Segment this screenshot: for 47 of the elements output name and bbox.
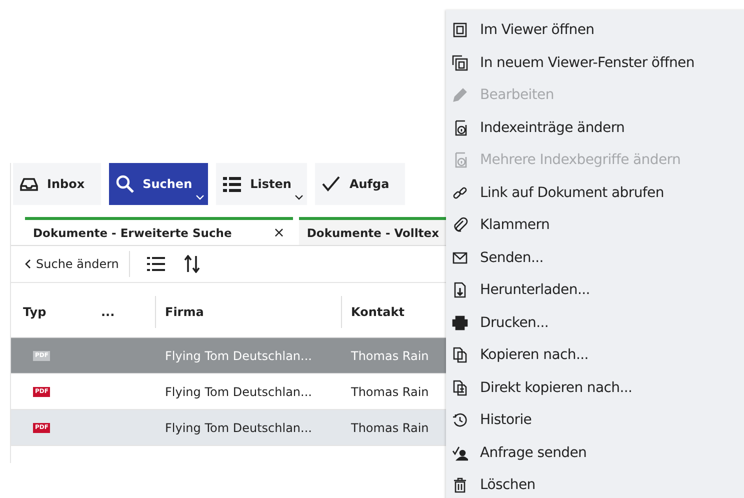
history-icon <box>452 412 468 428</box>
menu-item[interactable]: Klammern <box>446 209 744 242</box>
envelope-icon <box>452 250 468 266</box>
table-cell-text: Thomas Rain <box>350 348 430 362</box>
back-button[interactable]: Suche ändern <box>25 251 130 277</box>
tab[interactable]: Dokumente - Volltex <box>298 217 447 245</box>
link-icon <box>452 184 468 201</box>
chevron-left-icon <box>25 259 31 269</box>
toolbar-button[interactable]: Suchen <box>108 163 208 205</box>
menu-item[interactable]: Direkt kopieren nach... <box>446 372 744 404</box>
pencil-icon <box>452 87 468 104</box>
person-check-icon <box>452 444 468 461</box>
table-cell-text: Thomas Rain <box>350 420 430 434</box>
copy-arrows-icon <box>452 380 468 396</box>
menu-item[interactable]: Im Viewer öffnen <box>446 14 744 46</box>
table-cell-text: Flying Tom Deutschlan... <box>164 420 313 434</box>
menu-item[interactable]: Löschen <box>446 469 744 498</box>
search-icon <box>114 174 135 194</box>
sort-icon[interactable] <box>182 255 202 273</box>
menu-item[interactable]: Indexeinträge ändern <box>446 112 744 144</box>
menu-item[interactable]: In neuem Viewer-Fenster öffnen <box>446 46 744 79</box>
menu-item[interactable]: Anfrage senden <box>446 436 744 469</box>
window-icon <box>452 22 468 38</box>
list-view-icon[interactable] <box>146 255 166 273</box>
toolbar-button[interactable]: Aufga <box>315 163 406 205</box>
menu-item[interactable]: Senden... <box>446 242 744 274</box>
toolbar-button[interactable]: Listen <box>216 163 308 205</box>
checkmark-icon <box>321 174 342 194</box>
paperclip-icon <box>452 217 468 234</box>
menu-item[interactable]: Drucken... <box>446 306 744 339</box>
column-header[interactable]: ... <box>89 305 155 319</box>
table-cell-text: Flying Tom Deutschlan... <box>164 384 313 398</box>
windows-icon <box>452 54 468 71</box>
menu-item[interactable]: Historie <box>446 404 744 436</box>
download-icon <box>452 282 468 298</box>
menu-item[interactable]: Herunterladen... <box>446 274 744 306</box>
table-cell-text: Thomas Rain <box>350 384 430 398</box>
column-header[interactable]: Firma <box>155 296 341 328</box>
table-cell-text: Flying Tom Deutschlan... <box>164 348 313 362</box>
menu-item[interactable]: Link auf Dokument abrufen <box>446 176 744 209</box>
close-button[interactable]: × <box>273 224 285 240</box>
column-header[interactable]: Typ <box>11 305 89 319</box>
menu-item[interactable]: Kopieren nach... <box>446 339 744 372</box>
trash-icon <box>452 477 468 494</box>
list-icon <box>222 174 242 194</box>
copy-icon <box>452 347 468 364</box>
toolbar-button[interactable]: Inbox <box>13 163 101 205</box>
